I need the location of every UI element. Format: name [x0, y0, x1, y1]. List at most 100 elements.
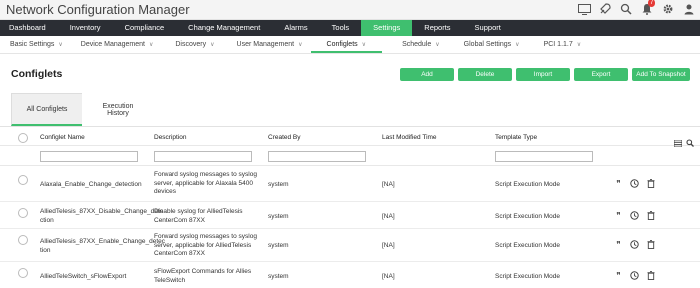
col-last-modified[interactable]: Last Modified Time: [382, 134, 437, 141]
filter-created-by[interactable]: [268, 151, 366, 162]
filter-row: [0, 146, 700, 166]
nav-alarms[interactable]: Alarms: [272, 20, 319, 36]
trash-icon[interactable]: [646, 240, 655, 249]
filter-description[interactable]: [154, 151, 252, 162]
monitor-icon[interactable]: [577, 2, 591, 16]
sub-nav: Basic Settings ∨ Device Management ∨ Disco…: [0, 36, 700, 54]
subnav-configlets[interactable]: Configlets ∨: [310, 36, 383, 53]
table-row[interactable]: AlliedTeleSwitch_sFlowExport sFlowExport…: [0, 262, 700, 288]
table-header: Configlet Name Description Created By La…: [0, 131, 700, 148]
last-modified: [NA]: [382, 273, 395, 280]
subnav-label: Schedule: [402, 41, 432, 48]
chevron-down-icon: ∨: [576, 42, 582, 48]
chevron-down-icon: ∨: [515, 42, 520, 48]
nav-inventory[interactable]: Inventory: [58, 20, 113, 36]
clock-icon[interactable]: [630, 240, 639, 249]
table-row[interactable]: AlliedTelesis_87XX_Disable_Change_dete c…: [0, 202, 700, 229]
subnav-label: User Management: [236, 41, 295, 48]
add-to-snapshot-button[interactable]: Add To Snapshot: [632, 68, 690, 81]
subnav-label: PCI 1.1.7: [543, 41, 573, 48]
page-title: Configlets: [11, 68, 63, 80]
tab-label: Execution History: [102, 102, 134, 117]
tab-all-configlets[interactable]: All Configlets: [11, 93, 83, 126]
description-line: Forward syslog messages to syslog: [154, 171, 257, 178]
quote-icon[interactable]: ❞: [614, 240, 623, 249]
description-line: CenterCom 87XX: [154, 216, 205, 224]
row-select-radio[interactable]: [18, 208, 28, 218]
bell-icon[interactable]: 7: [640, 0, 656, 16]
chevron-down-icon: ∨: [148, 42, 154, 48]
nav-change-management[interactable]: Change Management: [176, 20, 272, 36]
subnav-discovery[interactable]: Discovery ∨: [161, 36, 222, 53]
description-line: sFlowExport Commands for Allies: [154, 268, 252, 275]
add-button[interactable]: Add: [400, 68, 454, 81]
trash-icon[interactable]: [646, 211, 655, 220]
quote-icon[interactable]: ❞: [614, 179, 623, 188]
clock-icon[interactable]: [630, 211, 639, 220]
template-type: Script Execution Mode: [495, 181, 561, 188]
search-icon[interactable]: [619, 2, 633, 16]
quote-icon[interactable]: ❞: [614, 271, 623, 280]
quote-icon[interactable]: ❞: [614, 211, 623, 220]
created-by: system: [268, 213, 289, 220]
name-line: AlliedTelesis_87XX_Enable_Change_detec: [40, 238, 166, 245]
subnav-label: Device Management: [80, 41, 145, 48]
last-modified: [NA]: [382, 181, 395, 188]
title-bar: Network Configuration Manager 7: [0, 0, 700, 20]
created-by: system: [268, 181, 289, 188]
nav-reports[interactable]: Reports: [412, 20, 462, 36]
rocket-icon[interactable]: [598, 2, 612, 16]
configlet-name[interactable]: AlliedTelesis_87XX_Enable_Change_detec t…: [40, 238, 165, 255]
name-line: AlliedTelesis_87XX_Disable_Change_dete: [40, 208, 164, 215]
nav-dashboard[interactable]: Dashboard: [0, 20, 58, 36]
filter-configlet-name[interactable]: [40, 151, 138, 162]
export-button[interactable]: Export: [574, 68, 628, 81]
col-description[interactable]: Description: [154, 134, 187, 141]
select-all-radio[interactable]: [18, 133, 28, 143]
notification-badge: 7: [648, 0, 656, 7]
row-select-radio[interactable]: [18, 175, 28, 185]
table-row[interactable]: AlliedTelesis_87XX_Enable_Change_detec t…: [0, 229, 700, 262]
chevron-down-icon: ∨: [361, 42, 367, 48]
row-select-radio[interactable]: [18, 235, 28, 245]
subnav-schedule[interactable]: Schedule ∨: [382, 36, 448, 53]
subnav-global-settings[interactable]: Global Settings ∨: [448, 36, 528, 53]
configlet-name[interactable]: AlliedTeleSwitch_sFlowExport: [40, 273, 126, 282]
col-created-by[interactable]: Created By: [268, 134, 301, 141]
chevron-down-icon: ∨: [435, 42, 440, 48]
description-line: CenterCom 87XX: [154, 250, 205, 257]
subnav-device-management[interactable]: Device Management ∨: [71, 36, 162, 53]
tab-divider: [0, 126, 700, 127]
trash-icon[interactable]: [646, 179, 655, 188]
col-configlet-name[interactable]: Configlet Name: [40, 134, 85, 141]
clock-icon[interactable]: [630, 271, 639, 280]
user-icon[interactable]: [682, 2, 696, 16]
description-line: TeleSwitch: [154, 276, 186, 284]
clock-icon[interactable]: [630, 179, 639, 188]
subnav-pci[interactable]: PCI 1.1.7 ∨: [528, 36, 590, 53]
nav-compliance[interactable]: Compliance: [113, 20, 177, 36]
trash-icon[interactable]: [646, 271, 655, 280]
import-button[interactable]: Import: [516, 68, 570, 81]
filter-template-type[interactable]: [495, 151, 593, 162]
configlet-name[interactable]: AlliedTelesis_87XX_Disable_Change_dete c…: [40, 208, 163, 225]
subnav-user-management[interactable]: User Management ∨: [223, 36, 311, 53]
subnav-basic-settings[interactable]: Basic Settings ∨: [0, 36, 71, 53]
name-line: ction: [40, 216, 54, 224]
gear-icon[interactable]: [661, 2, 675, 16]
nav-tools[interactable]: Tools: [320, 20, 362, 36]
col-template-type[interactable]: Template Type: [495, 134, 537, 141]
subnav-label: Basic Settings: [10, 41, 55, 48]
row-select-radio[interactable]: [18, 268, 28, 278]
configlet-description: Forward syslog messages to syslog server…: [154, 233, 257, 259]
description-line: Forward syslog messages to syslog: [154, 233, 257, 240]
tab-execution-history[interactable]: Execution History: [82, 93, 154, 126]
nav-support[interactable]: Support: [463, 20, 513, 36]
description-line: devices: [154, 188, 177, 195]
configlet-name[interactable]: Alaxala_Enable_Change_detection: [40, 181, 142, 190]
template-type: Script Execution Mode: [495, 273, 561, 280]
chevron-down-icon: ∨: [210, 42, 215, 48]
delete-button[interactable]: Delete: [458, 68, 512, 81]
table-row[interactable]: Alaxala_Enable_Change_detection Forward …: [0, 167, 700, 202]
nav-settings[interactable]: Settings: [361, 20, 413, 36]
